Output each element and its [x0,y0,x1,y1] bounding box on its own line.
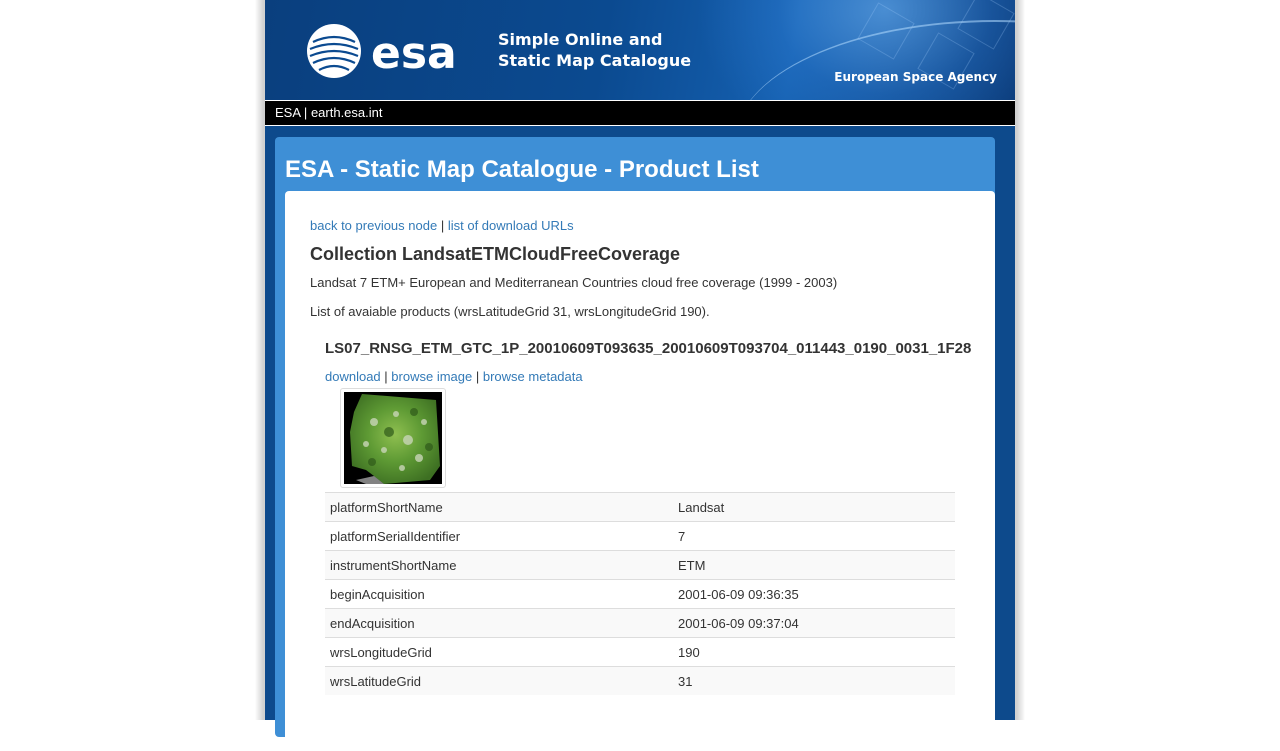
banner-title: Simple Online and Static Map Catalogue [498,29,691,71]
metadata-value: Landsat [673,492,955,522]
product-links: download | browse image | browse metadat… [325,369,583,384]
browse-metadata-link[interactable]: browse metadata [483,369,583,384]
link-separator: | [440,218,445,233]
metadata-key: wrsLatitudeGrid [325,666,673,695]
browse-thumbnail[interactable] [340,388,446,488]
metadata-key: endAcquisition [325,608,673,638]
metadata-value: 31 [673,666,955,695]
metadata-key: wrsLongitudeGrid [325,637,673,667]
link-separator: | [384,369,388,384]
table-row: platformSerialIdentifier 7 [325,521,955,551]
page-title: ESA - Static Map Catalogue - Product Lis… [285,156,759,183]
main-panel: ESA - Static Map Catalogue - Product Lis… [275,137,995,751]
esa-link[interactable]: ESA [275,105,300,120]
nav-separator: | [303,105,308,120]
esa-logo-icon: esa [307,24,457,79]
browse-image-link[interactable]: browse image [391,369,472,384]
metadata-value: 190 [673,637,955,667]
metadata-key: platformShortName [325,492,673,522]
header-banner: esa Simple Online and Static Map Catalog… [265,0,1015,100]
table-row: endAcquisition 2001-06-09 09:37:04 [325,608,955,638]
metadata-value: ETM [673,550,955,580]
metadata-table: platformShortName Landsat platformSerialId… [325,492,955,695]
breadcrumb-links: back to previous node | list of download… [310,218,574,233]
table-row: instrumentShortName ETM [325,550,955,580]
metadata-key: instrumentShortName [325,550,673,580]
esa-logo-text: esa [371,28,457,79]
link-separator: | [475,369,480,384]
metadata-value: 2001-06-09 09:36:35 [673,579,955,609]
download-link[interactable]: download [325,369,381,384]
product-id: LS07_RNSG_ETM_GTC_1P_20010609T093635_200… [325,340,972,357]
back-to-previous-node-link[interactable]: back to previous node [310,218,437,233]
available-products-text: List of avaiable products (wrsLatitudeGr… [310,304,710,319]
agency-name: European Space Agency [834,70,997,84]
table-row: wrsLatitudeGrid 31 [325,666,955,695]
collection-title: Collection LandsatETMCloudFreeCoverage [310,244,681,264]
page-container: esa Simple Online and Static Map Catalog… [265,0,1015,751]
top-nav-bar: ESA | earth.esa.int [265,100,1015,126]
earth-esa-link[interactable]: earth.esa.int [311,105,383,120]
banner-title-line1: Simple Online and [498,30,663,49]
download-urls-list-link[interactable]: list of download URLs [448,218,574,233]
banner-title-line2: Static Map Catalogue [498,51,692,70]
thumbnail-image [344,392,442,484]
metadata-value: 7 [673,521,955,551]
content-area: back to previous node | list of download… [285,191,995,751]
satellite-scene-image [350,394,440,484]
collection-description: Landsat 7 ETM+ European and Mediterranea… [310,275,838,290]
metadata-value: 2001-06-09 09:37:04 [673,608,955,638]
table-row: beginAcquisition 2001-06-09 09:36:35 [325,579,955,609]
metadata-key: beginAcquisition [325,579,673,609]
table-row: wrsLongitudeGrid 190 [325,637,955,667]
esa-logo[interactable]: esa [307,22,467,80]
metadata-key: platformSerialIdentifier [325,521,673,551]
table-row: platformShortName Landsat [325,492,955,522]
